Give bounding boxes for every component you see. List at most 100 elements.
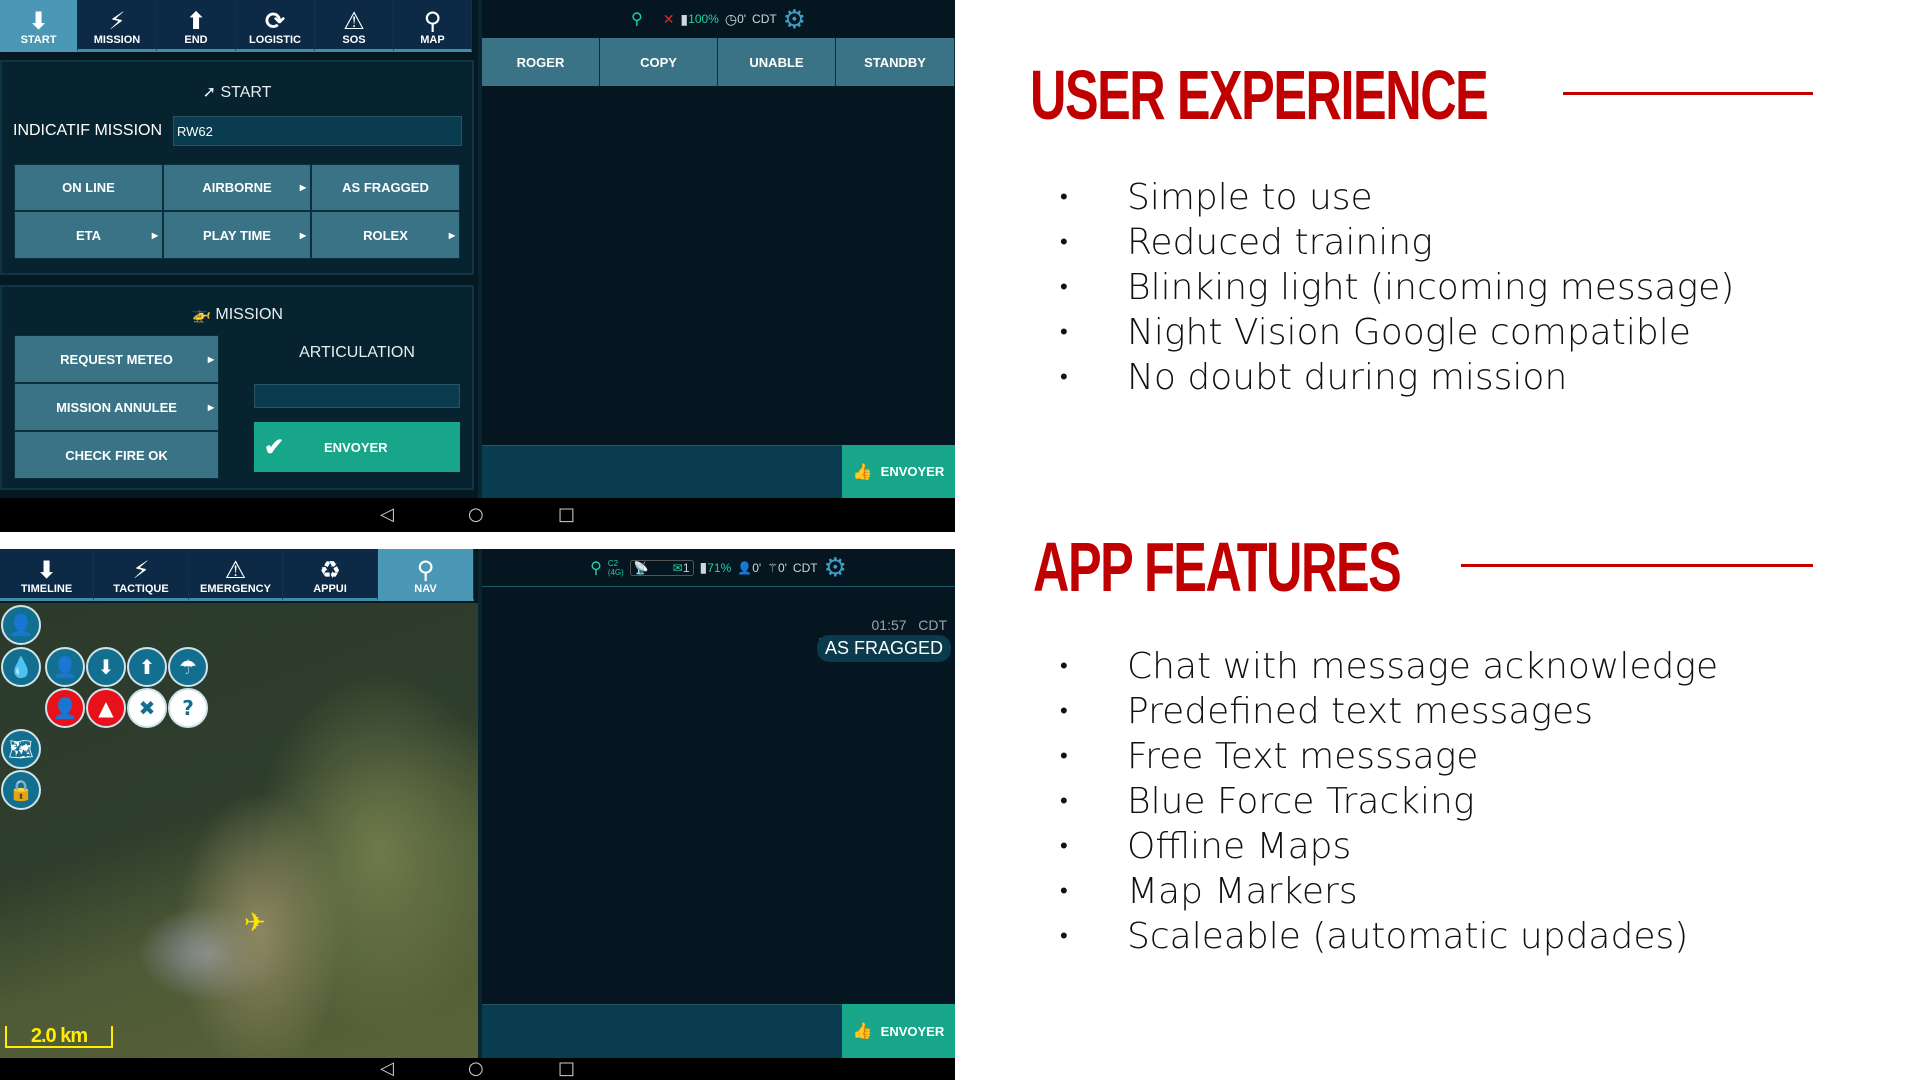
tab-nav[interactable]: ⚲ NAV bbox=[378, 549, 474, 601]
list-item-text: Offline Maps bbox=[1127, 826, 1352, 867]
satellite-map[interactable]: 👤 💧 👤 ⬇ ⬆ ☂ 👤 ▲ ✖ ? 🗺 🔒 ✈ 2.0 km bbox=[0, 603, 478, 1058]
submenu-arrow-icon: ▶ bbox=[448, 230, 455, 240]
app-features-heading: APP FEATURES bbox=[1033, 528, 1402, 606]
map-marker-takeoff-icon[interactable]: ⬆ bbox=[127, 647, 167, 687]
chat-compose-input[interactable] bbox=[482, 445, 842, 498]
tab-logistic[interactable]: ⟳ LOGISTIC bbox=[236, 0, 315, 52]
button-label: ON LINE bbox=[62, 180, 115, 195]
settings-gear-icon[interactable]: ⚙ bbox=[824, 552, 847, 583]
map-marker-water-drop-icon[interactable]: 💧 bbox=[1, 647, 41, 687]
warning-icon: ⚠ bbox=[224, 556, 247, 584]
list-item-text: Blinking light (incoming message) bbox=[1127, 267, 1735, 308]
list-item-text: Blue Force Tracking bbox=[1127, 781, 1475, 822]
aircraft-position-icon: ✈ bbox=[244, 908, 266, 938]
satellite-icon: 📡 bbox=[633, 560, 649, 575]
list-item: • Blue Force Tracking bbox=[1060, 779, 1718, 824]
home-button[interactable]: ○ bbox=[468, 1058, 484, 1079]
bullet-icon: • bbox=[1060, 834, 1068, 859]
lightning-icon: ⚡ bbox=[108, 7, 126, 35]
quick-reply-unable[interactable]: UNABLE bbox=[718, 38, 836, 86]
play-time-button[interactable]: PLAY TIME ▶ bbox=[163, 211, 311, 259]
tab-sos[interactable]: ⚠ SOS bbox=[315, 0, 394, 52]
network-type: (4G) bbox=[607, 567, 624, 577]
map-marker-cancel-icon[interactable]: ✖ bbox=[127, 688, 167, 728]
tab-appui[interactable]: ♻ APPUI bbox=[283, 549, 378, 601]
quick-reply-roger[interactable]: ROGER bbox=[482, 38, 600, 86]
home-button[interactable]: ○ bbox=[468, 504, 484, 525]
mission-send-button[interactable]: ✔ ENVOYER bbox=[254, 422, 460, 472]
list-item-text: Night Vision Google compatible bbox=[1127, 312, 1691, 353]
timer-value: 0' bbox=[737, 12, 747, 26]
map-marker-friendly-person-icon[interactable]: 👤 bbox=[1, 605, 41, 645]
quick-reply-standby[interactable]: STANDBY bbox=[836, 38, 955, 86]
lightning-icon: ⚡ bbox=[132, 556, 150, 584]
thumbs-up-icon: 👍 bbox=[852, 1023, 873, 1040]
message-bubble[interactable]: AS FRAGGED bbox=[816, 635, 951, 662]
clock-icon: ◷ bbox=[724, 10, 738, 27]
list-item-text: Scaleable (automatic updades) bbox=[1127, 916, 1689, 957]
map-marker-parachute-icon[interactable]: ☂ bbox=[168, 647, 208, 687]
airborne-button[interactable]: AIRBORNE ▶ bbox=[163, 164, 311, 211]
map-marker-person-icon[interactable]: 👤 bbox=[45, 647, 85, 687]
back-button[interactable]: ◁ bbox=[380, 1058, 394, 1079]
button-label: ROLEX bbox=[363, 227, 408, 243]
on-line-button[interactable]: ON LINE bbox=[14, 164, 163, 211]
button-label: PLAY TIME bbox=[203, 227, 271, 243]
send-label: ENVOYER bbox=[324, 439, 388, 455]
top-app-screen: ⬇ START ⚡ MISSION ⬆ END ⟳ LOGISTIC ⚠ SOS… bbox=[0, 0, 955, 532]
chat-compose-input[interactable] bbox=[482, 1004, 842, 1058]
map-marker-enemy-person-icon[interactable]: 👤 bbox=[45, 688, 85, 728]
map-pin-icon: ⚲ bbox=[423, 7, 442, 35]
tab-label: END bbox=[184, 34, 208, 46]
rolex-button[interactable]: ROLEX ▶ bbox=[311, 211, 460, 259]
request-meteo-button[interactable]: REQUEST METEO ▶ bbox=[14, 335, 219, 383]
list-item-text: Simple to use bbox=[1127, 177, 1373, 218]
callsign-label: INDICATIF MISSION bbox=[13, 122, 163, 139]
lock-icon[interactable]: 🔒 bbox=[1, 770, 41, 810]
tab-timeline[interactable]: ⬇ TIMELINE bbox=[0, 549, 94, 601]
submenu-arrow-icon: ▶ bbox=[299, 183, 306, 192]
chat-send-button[interactable]: 👍 ENVOYER bbox=[842, 445, 955, 498]
check-fire-ok-button[interactable]: CHECK FIRE OK bbox=[14, 431, 219, 479]
chat-send-button[interactable]: 👍 ENVOYER bbox=[842, 1004, 955, 1058]
outbox-indicator: 📡 ✉1 bbox=[629, 559, 694, 576]
tab-end[interactable]: ⬆ END bbox=[157, 0, 236, 52]
thumbs-up-icon: 👍 bbox=[852, 463, 873, 481]
start-title-text: START bbox=[220, 84, 272, 101]
tab-start[interactable]: ⬇ START bbox=[0, 0, 78, 52]
recents-button[interactable]: □ bbox=[558, 504, 575, 525]
mission-annulee-button[interactable]: MISSION ANNULEE ▶ bbox=[14, 383, 219, 431]
map-marker-unknown-icon[interactable]: ? bbox=[168, 688, 208, 728]
offline-maps-icon[interactable]: 🗺 bbox=[1, 729, 41, 769]
settings-gear-icon[interactable]: ⚙ bbox=[783, 4, 806, 35]
bullet-icon: • bbox=[1060, 879, 1068, 904]
bullet-icon: • bbox=[1060, 789, 1068, 814]
antenna-timer: 0' bbox=[777, 560, 787, 575]
quick-reply-copy[interactable]: COPY bbox=[600, 38, 718, 86]
list-item: • Map Markers bbox=[1060, 869, 1718, 914]
bullet-icon: • bbox=[1060, 275, 1068, 300]
button-label: AIRBORNE bbox=[202, 180, 272, 195]
network-name: C2 bbox=[607, 558, 619, 568]
tab-label: TACTIQUE bbox=[113, 583, 169, 595]
back-button[interactable]: ◁ bbox=[380, 504, 394, 525]
list-item: • Reduced training bbox=[1060, 220, 1734, 265]
tab-emergency[interactable]: ⚠ EMERGENCY bbox=[189, 549, 283, 601]
tab-label: START bbox=[20, 34, 57, 46]
map-marker-enemy-camp-icon[interactable]: ▲ bbox=[86, 688, 126, 728]
eta-button[interactable]: ETA ▶ bbox=[14, 211, 163, 259]
bullet-icon: • bbox=[1060, 365, 1068, 390]
message-timestamp: 01:57 CDT bbox=[872, 617, 948, 633]
as-fragged-button[interactable]: AS FRAGGED bbox=[311, 164, 460, 211]
articulation-label: ARTICULATION bbox=[299, 344, 415, 361]
bullet-icon: • bbox=[1060, 230, 1068, 255]
map-marker-landing-icon[interactable]: ⬇ bbox=[86, 647, 126, 687]
recents-button[interactable]: □ bbox=[558, 1058, 575, 1079]
tab-tactique[interactable]: ⚡ TACTIQUE bbox=[94, 549, 189, 601]
callsign-input[interactable]: RW62 bbox=[173, 116, 462, 146]
tab-mission[interactable]: ⚡ MISSION bbox=[78, 0, 157, 52]
tab-map[interactable]: ⚲ MAP bbox=[394, 0, 472, 52]
bullet-icon: • bbox=[1060, 320, 1068, 345]
articulation-input[interactable] bbox=[254, 384, 460, 408]
bottom-tab-bar: ⬇ TIMELINE ⚡ TACTIQUE ⚠ EMERGENCY ♻ APPU… bbox=[0, 549, 474, 601]
